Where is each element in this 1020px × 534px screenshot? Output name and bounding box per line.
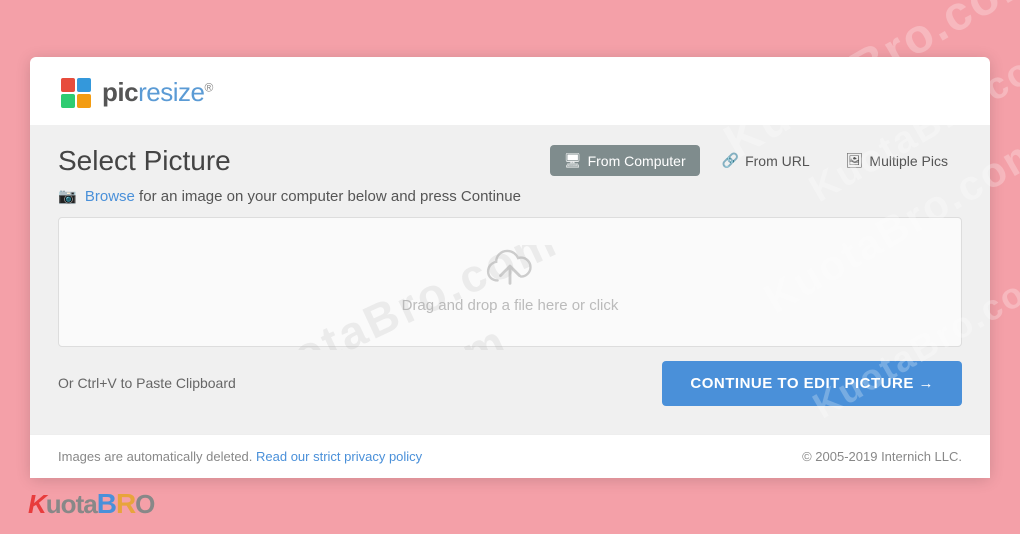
photos-icon: 🖼 — [846, 152, 864, 169]
logo-icon — [58, 75, 94, 111]
continue-button[interactable]: CONTINUE TO EDIT PICTURE → — [662, 361, 962, 406]
drop-zone[interactable]: Drag and drop a file here or click — [58, 217, 962, 347]
page-title: Select Picture — [58, 145, 231, 177]
multiple-pics-button[interactable]: 🖼 Multiple Pics — [832, 145, 962, 176]
logo-text: picresize® — [102, 77, 213, 108]
privacy-link[interactable]: Read our strict privacy policy — [256, 449, 422, 464]
kuotabro-logo: K u o t a B R O — [28, 488, 154, 520]
kb-a: a — [83, 489, 96, 520]
link-icon: 🔗 — [722, 152, 739, 169]
source-buttons: 🖥 From Computer 🔗 From URL 🖼 Multiple Pi… — [550, 145, 962, 176]
browse-instruction: 📷 Browse for an image on your computer b… — [58, 187, 962, 205]
computer-icon: 🖥 — [564, 152, 582, 169]
card-footer: Images are automatically deleted. Read o… — [30, 434, 990, 478]
card-bottom: Or Ctrl+V to Paste Clipboard CONTINUE TO… — [58, 361, 962, 410]
from-computer-button[interactable]: 🖥 From Computer — [550, 145, 700, 176]
kb-t: t — [76, 489, 84, 520]
logo-pic: pic — [102, 77, 138, 107]
main-card: picresize® KuotaBro.com KuotaBro.com Kuo… — [30, 57, 990, 478]
kb-k: K — [28, 489, 46, 520]
logo: picresize® — [58, 75, 962, 111]
footer-left: Images are automatically deleted. Read o… — [58, 449, 422, 464]
drop-text: Drag and drop a file here or click — [402, 297, 619, 314]
kb-b: B — [97, 488, 116, 520]
card-header: picresize® — [30, 57, 990, 125]
upload-icon — [486, 249, 534, 289]
from-url-button[interactable]: 🔗 From URL — [708, 145, 824, 176]
kb-u: u — [46, 489, 61, 520]
select-header: Select Picture 🖥 From Computer 🔗 From UR… — [58, 145, 962, 177]
logo-registered: ® — [204, 80, 212, 94]
copyright: © 2005-2019 Internich LLC. — [802, 449, 962, 464]
kb-o: o — [61, 489, 76, 520]
logo-resize: resize — [138, 77, 204, 107]
paste-hint: Or Ctrl+V to Paste Clipboard — [58, 375, 236, 391]
browse-link[interactable]: Browse — [85, 188, 135, 205]
card-body: KuotaBro.com KuotaBro.com KuotaBro.com S… — [30, 125, 990, 434]
kb-o2: O — [135, 489, 154, 520]
camera-icon: 📷 — [58, 188, 77, 205]
kb-r: R — [116, 488, 135, 520]
